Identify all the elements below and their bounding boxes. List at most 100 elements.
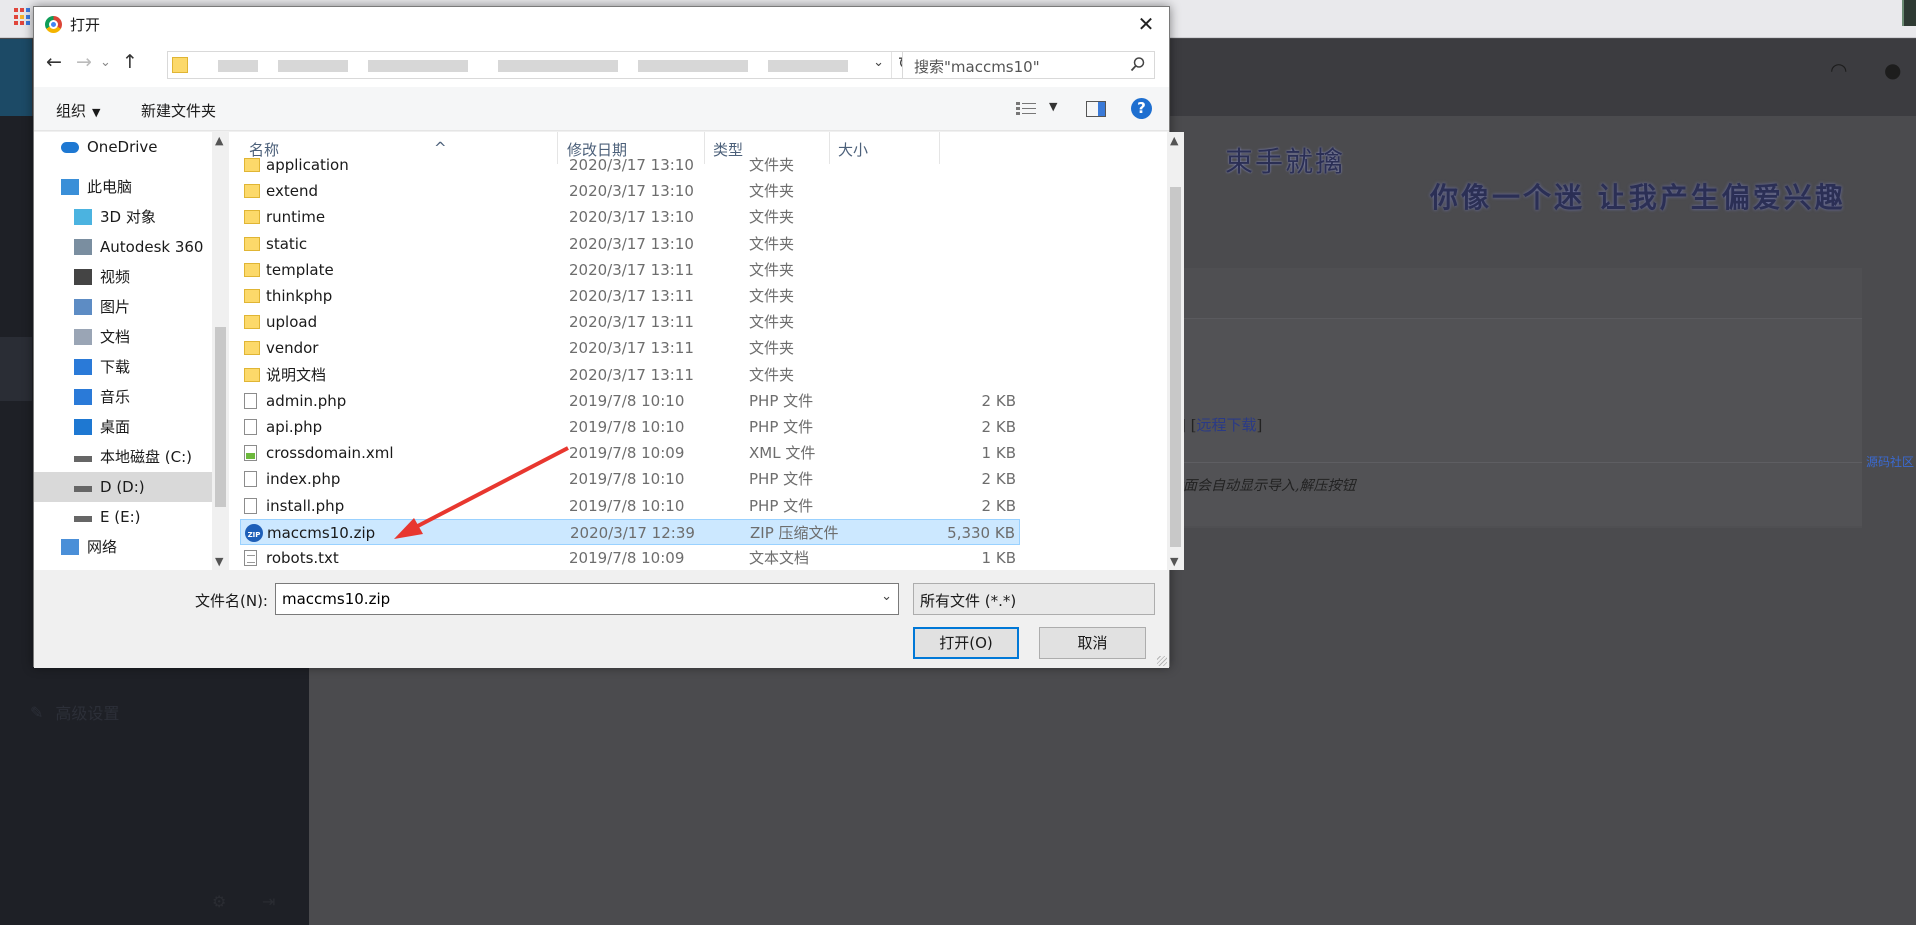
navigation-bar: ← → ⌄ ↑ ⌄ ↻ 搜索"maccms10" bbox=[34, 41, 1169, 87]
redacted-path bbox=[218, 60, 258, 72]
headset-icon[interactable]: ◠ bbox=[1830, 58, 1847, 82]
new-folder-button[interactable]: 新建文件夹 bbox=[141, 100, 216, 121]
file-row[interactable]: crossdomain.xml 2019/7/8 10:09 XML 文件 1 KB bbox=[240, 440, 1020, 466]
file-row[interactable]: extend 2020/3/17 13:10 文件夹 bbox=[240, 178, 1020, 204]
file-icon bbox=[244, 471, 257, 487]
resize-grip[interactable] bbox=[1157, 656, 1167, 666]
file-open-dialog: 打开 ✕ ← → ⌄ ↑ ⌄ ↻ 搜索"maccms10" 组织 ▼ 新建文件夹 bbox=[33, 6, 1184, 668]
file-row[interactable]: vendor 2020/3/17 13:11 文件夹 bbox=[240, 335, 1020, 361]
scroll-up-icon[interactable]: ▲ bbox=[215, 134, 223, 147]
search-input[interactable]: 搜索"maccms10" bbox=[914, 56, 1040, 77]
folder-icon bbox=[244, 263, 260, 277]
preview-pane-icon[interactable] bbox=[1086, 101, 1106, 117]
file-name: index.php bbox=[266, 470, 341, 488]
file-type: 文件夹 bbox=[749, 208, 795, 226]
file-row[interactable]: application 2020/3/17 13:10 文件夹 bbox=[240, 152, 1020, 178]
scroll-down-icon[interactable]: ▼ bbox=[215, 555, 223, 568]
nav-scrollbar[interactable]: ▲ ▼ bbox=[212, 132, 229, 570]
chevron-down-icon[interactable]: ⌄ bbox=[881, 589, 892, 604]
nav-item-label: 3D 对象 bbox=[100, 208, 156, 226]
list-scrollbar[interactable]: ▲ ▼ bbox=[1167, 132, 1184, 570]
dialog-footer: 文件名(N): ⌄ 所有文件 (*.*) ⌄ 打开(O) 取消 bbox=[34, 570, 1169, 668]
file-row[interactable]: template 2020/3/17 13:11 文件夹 bbox=[240, 257, 1020, 283]
filename-input[interactable] bbox=[280, 589, 860, 609]
nav-item[interactable]: 3D 对象 bbox=[34, 202, 212, 232]
help-icon[interactable]: ? bbox=[1131, 98, 1152, 119]
close-button[interactable]: ✕ bbox=[1123, 7, 1169, 41]
scroll-thumb[interactable] bbox=[1170, 187, 1181, 547]
cancel-button[interactable]: 取消 bbox=[1039, 627, 1146, 659]
xml-icon bbox=[244, 445, 257, 461]
nav-item[interactable]: 音乐 bbox=[34, 382, 212, 412]
remote-download-link[interactable]: 远程下载 bbox=[1197, 416, 1257, 434]
search-box[interactable]: 搜索"maccms10" bbox=[902, 51, 1155, 79]
recent-locations-button[interactable]: ⌄ bbox=[100, 55, 111, 70]
up-button[interactable]: ↑ bbox=[122, 51, 138, 73]
file-row[interactable]: thinkphp 2020/3/17 13:11 文件夹 bbox=[240, 283, 1020, 309]
nav-item[interactable]: 桌面 bbox=[34, 412, 212, 442]
open-button[interactable]: 打开(O) bbox=[913, 627, 1019, 659]
file-date: 2019/7/8 10:09 bbox=[569, 549, 685, 567]
file-size: 2 KB bbox=[981, 418, 1016, 436]
nav-item[interactable]: 此电脑 bbox=[34, 172, 212, 202]
file-row[interactable]: ZIP maccms10.zip 2020/3/17 12:39 ZIP 压缩文件 5,… bbox=[240, 519, 1020, 545]
nav-item-label: 文档 bbox=[100, 328, 131, 346]
view-caret-icon[interactable]: ▼ bbox=[1049, 100, 1057, 113]
nav-item[interactable]: E (E:) bbox=[34, 502, 212, 532]
banner-title: 束手就擒 bbox=[1225, 145, 1346, 178]
file-date: 2020/3/17 13:11 bbox=[569, 366, 694, 384]
scroll-thumb[interactable] bbox=[215, 327, 226, 507]
view-options-icon[interactable] bbox=[1016, 102, 1036, 116]
chrome-icon bbox=[45, 16, 62, 33]
community-link[interactable]: 源码社区 bbox=[1866, 453, 1914, 470]
settings-gear-icon[interactable]: ⚙ bbox=[212, 892, 226, 911]
file-row[interactable]: install.php 2019/7/8 10:10 PHP 文件 2 KB bbox=[240, 493, 1020, 519]
file-type: 文件夹 bbox=[749, 261, 795, 279]
file-type: 文件夹 bbox=[749, 339, 795, 357]
network-icon bbox=[61, 539, 79, 555]
file-list: 名称 ^ 修改日期 类型 大小 application 2020/3/17 13:… bbox=[229, 132, 1184, 570]
nav-item[interactable]: 视频 bbox=[34, 262, 212, 292]
back-button[interactable]: ← bbox=[46, 51, 62, 73]
nav-item[interactable]: 图片 bbox=[34, 292, 212, 322]
chevron-down-icon[interactable]: ⌄ bbox=[873, 55, 884, 70]
address-bar[interactable]: ⌄ ↻ bbox=[167, 51, 919, 79]
scroll-up-icon[interactable]: ▲ bbox=[1170, 134, 1178, 147]
file-row[interactable]: 说明文档 2020/3/17 13:11 文件夹 bbox=[240, 362, 1020, 388]
file-row[interactable]: api.php 2019/7/8 10:10 PHP 文件 2 KB bbox=[240, 414, 1020, 440]
file-row[interactable]: runtime 2020/3/17 13:10 文件夹 bbox=[240, 204, 1020, 230]
file-name: runtime bbox=[266, 208, 326, 226]
apps-grid-icon[interactable] bbox=[14, 8, 32, 26]
search-icon[interactable] bbox=[1130, 56, 1146, 72]
file-icon bbox=[244, 393, 257, 409]
filename-field[interactable]: ⌄ bbox=[275, 583, 899, 615]
nav-item[interactable]: 本地磁盘 (C:) bbox=[34, 442, 212, 472]
file-row[interactable]: upload 2020/3/17 13:11 文件夹 bbox=[240, 309, 1020, 335]
sidebar-item-advanced-settings[interactable]: ✎ 高级设置 bbox=[30, 700, 119, 724]
nav-item[interactable]: OneDrive bbox=[34, 132, 212, 162]
nav-item[interactable]: 文档 bbox=[34, 322, 212, 352]
file-row[interactable]: index.php 2019/7/8 10:10 PHP 文件 2 KB bbox=[240, 466, 1020, 492]
logout-icon[interactable]: ⇥ bbox=[262, 892, 275, 911]
file-row[interactable]: admin.php 2019/7/8 10:10 PHP 文件 2 KB bbox=[240, 388, 1020, 414]
nav-item[interactable]: D (D:) bbox=[34, 472, 212, 502]
file-icon bbox=[244, 419, 257, 435]
navigation-pane: OneDrive 此电脑 3D 对象 Autodesk 360 视频 图片文档下载 音乐桌面… bbox=[34, 132, 212, 570]
documents-icon bbox=[74, 329, 92, 345]
file-row[interactable]: robots.txt 2019/7/8 10:09 文本文档 1 KB bbox=[240, 545, 1020, 570]
nav-item[interactable]: Autodesk 360 bbox=[34, 232, 212, 262]
nav-item[interactable]: 网络 bbox=[34, 532, 212, 562]
scroll-down-icon[interactable]: ▼ bbox=[1170, 555, 1178, 568]
folder-icon bbox=[244, 210, 260, 224]
filetype-select[interactable]: 所有文件 (*.*) ⌄ bbox=[913, 583, 1155, 615]
folder-icon bbox=[244, 289, 260, 303]
file-row[interactable]: static 2020/3/17 13:10 文件夹 bbox=[240, 231, 1020, 257]
organize-menu[interactable]: 组织 ▼ bbox=[56, 100, 100, 121]
nav-item[interactable]: 下载 bbox=[34, 352, 212, 382]
file-date: 2019/7/8 10:10 bbox=[569, 497, 685, 515]
file-date: 2020/3/17 13:11 bbox=[569, 339, 694, 357]
user-icon[interactable]: ● bbox=[1884, 58, 1901, 82]
forward-button[interactable]: → bbox=[76, 51, 92, 73]
nav-item-label: 桌面 bbox=[100, 418, 131, 436]
file-date: 2020/3/17 13:10 bbox=[569, 156, 694, 174]
